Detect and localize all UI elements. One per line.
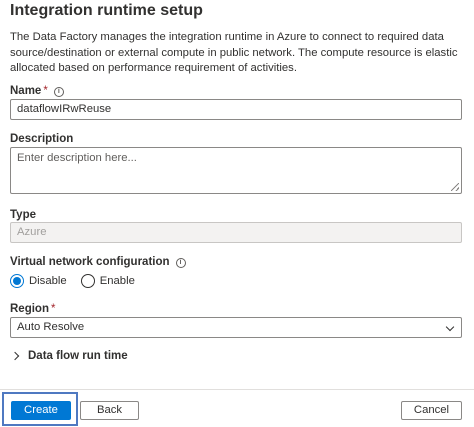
type-label: Type (10, 209, 36, 221)
region-select[interactable]: Auto Resolve (10, 317, 462, 338)
info-icon[interactable]: i (53, 87, 64, 97)
back-button[interactable]: Back (80, 401, 139, 420)
description-label: Description (10, 133, 74, 145)
name-label-row: Name * i (10, 84, 64, 98)
vnet-label-row: Virtual network configuration i (10, 255, 186, 269)
radio-checked-icon[interactable] (10, 274, 24, 288)
panel-title: Integration runtime setup (10, 2, 203, 19)
resize-grip-icon[interactable] (451, 183, 459, 191)
radio-unchecked-icon[interactable] (80, 274, 95, 288)
chevron-right-icon (10, 351, 20, 361)
integration-runtime-setup-panel: Integration runtime setup The Data Facto… (0, 0, 474, 427)
info-icon[interactable]: i (175, 258, 186, 268)
name-required-mark: * (43, 85, 48, 97)
create-button[interactable]: Create (11, 401, 71, 420)
cancel-button[interactable]: Cancel (401, 401, 462, 420)
dataflow-runtime-label: Data flow run time (28, 350, 128, 362)
radio-disable-label: Disable (29, 275, 67, 287)
vnet-label: Virtual network configuration (10, 256, 170, 268)
chevron-down-icon (445, 322, 455, 332)
region-label: Region (10, 303, 49, 315)
radio-enable[interactable]: Enable (80, 274, 135, 288)
radio-disable[interactable]: Disable (10, 274, 67, 288)
region-label-row: Region * (10, 302, 55, 316)
description-placeholder: Enter description here... (17, 152, 137, 164)
vnet-radio-group: Disable Enable (10, 273, 149, 289)
name-input[interactable]: dataflowIRwReuse (10, 99, 462, 120)
name-label: Name (10, 85, 42, 97)
type-input: Azure (10, 222, 462, 243)
dataflow-runtime-expander[interactable]: Data flow run time (10, 349, 128, 363)
panel-description: The Data Factory manages the integration… (10, 31, 458, 74)
region-select-value: Auto Resolve (17, 321, 85, 333)
radio-enable-label: Enable (99, 275, 135, 287)
region-required-mark: * (50, 303, 56, 315)
description-textarea[interactable]: Enter description here... (10, 147, 462, 194)
